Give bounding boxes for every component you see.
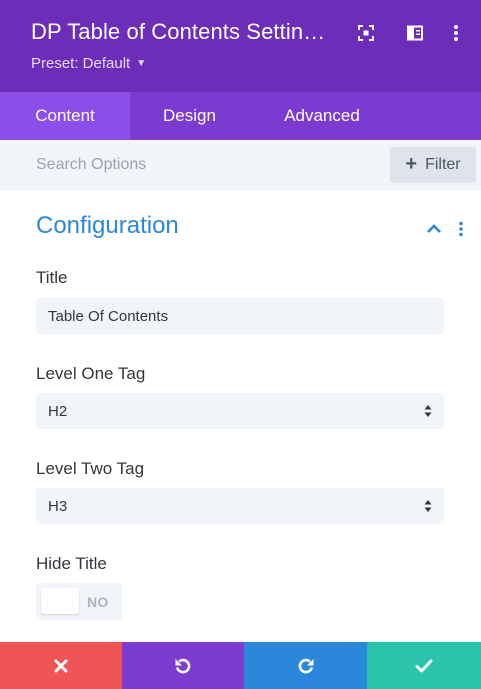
modal-footer [0,642,481,689]
settings-tabs: Content Design Advanced [0,92,481,140]
modal-title: DP Table of Contents Settin… [31,19,326,44]
level-two-tag-value: H3 [48,497,68,515]
level-one-tag-label: Level One Tag [36,364,146,383]
plus-icon: + [405,153,418,175]
discard-icon [54,659,68,672]
search-input[interactable]: Search Options [36,156,146,174]
level-two-tag-select[interactable]: H3 [36,488,444,524]
level-one-tag-select[interactable]: H2 [36,393,444,429]
level-one-tag-value: H2 [48,402,68,420]
caret-down-icon: ▼ [136,58,147,69]
section-more-icon[interactable] [458,221,464,242]
hide-title-label: Hide Title [36,554,107,573]
toggle-state-text: NO [87,594,109,610]
chevron-up-icon[interactable] [426,222,442,240]
filter-label: Filter [425,156,461,173]
tab-content[interactable]: Content [0,92,130,140]
title-input-value: Table Of Contents [48,307,169,325]
undo-icon [175,658,191,673]
sidebar-icon[interactable] [402,20,428,46]
title-input[interactable]: Table Of Contents [36,298,444,334]
more-vertical-icon[interactable] [443,20,469,46]
toggle-knob [41,588,79,614]
select-arrows-icon [424,499,432,517]
redo-icon [298,658,313,673]
preset-dropdown[interactable]: Preset: Default ▼ [31,55,146,72]
save-button[interactable] [367,642,481,689]
expand-icon[interactable] [353,20,379,46]
save-icon [415,659,433,672]
title-label: Title [36,268,68,287]
tab-advanced[interactable]: Advanced [249,92,395,140]
preset-label: Preset: Default [31,55,131,72]
discard-button[interactable] [0,642,122,689]
modal-header: DP Table of Contents Settin… Preset: Def… [0,0,481,92]
section-title[interactable]: Configuration [36,212,179,240]
filter-button[interactable]: + Filter [390,147,476,183]
tab-design[interactable]: Design [130,92,249,140]
select-arrows-icon [424,404,432,422]
undo-button[interactable] [122,642,244,689]
hide-title-toggle[interactable]: NO [36,583,122,620]
level-two-tag-label: Level Two Tag [36,459,145,478]
redo-button[interactable] [244,642,367,689]
